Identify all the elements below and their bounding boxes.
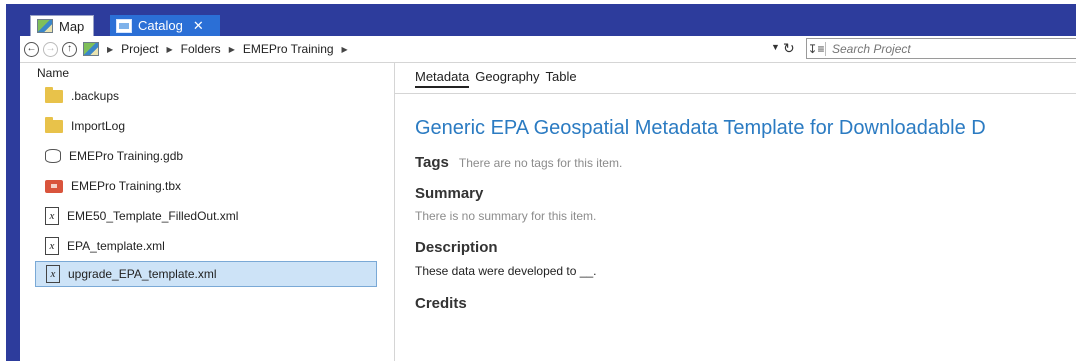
tags-text: There are no tags for this item. (458, 156, 623, 170)
tab-map-label: Map (59, 18, 85, 34)
catalog-icon (116, 18, 132, 33)
search-input[interactable] (826, 40, 1074, 57)
breadcrumb-folders[interactable]: Folders (181, 42, 221, 56)
toolbox-icon (45, 179, 63, 193)
list-item-label: .backups (71, 89, 120, 103)
tab-metadata[interactable]: Metadata (415, 69, 470, 88)
metadata-title: Generic EPA Geospatial Metadata Template… (415, 117, 986, 139)
xml-file-icon: x (46, 265, 60, 283)
view-tabs: Metadata Geography Table (415, 69, 577, 88)
address-bar: ← → ↑ ▶ Project ▶ Folders ▶ EMEPro Train… (20, 36, 1076, 63)
list-item[interactable]: .backups (35, 83, 377, 109)
details-pane: Metadata Geography Table Generic EPA Geo… (395, 63, 1076, 361)
search-options-icon[interactable]: ↧≡ (807, 41, 826, 56)
tab-geography[interactable]: Geography (475, 69, 539, 88)
geodatabase-icon (45, 149, 61, 163)
list-item-selected[interactable]: x upgrade_EPA_template.xml (35, 261, 377, 287)
description-heading: Description (415, 239, 498, 256)
tab-table[interactable]: Table (546, 69, 577, 88)
description-text: These data were developed to __. (415, 264, 597, 278)
list-item[interactable]: ImportLog (35, 113, 377, 139)
app-window: Map Catalog ✕ ← → ↑ ▶ Project ▶ Folders … (6, 4, 1076, 361)
credits-heading: Credits (415, 295, 467, 312)
back-button[interactable]: ← (24, 41, 39, 57)
chevron-right-icon[interactable]: ▶ (342, 45, 348, 54)
tags-section: Tags There are no tags for this item. (415, 154, 622, 171)
tags-label: Tags (415, 154, 449, 171)
contents-pane: Name .backups ImportLog EMEPro Training.… (20, 63, 395, 361)
breadcrumb-project[interactable]: Project (121, 42, 158, 56)
list-item[interactable]: x EME50_Template_FilledOut.xml (35, 203, 377, 229)
search-box: ↧≡ (806, 38, 1076, 59)
chevron-right-icon[interactable]: ▶ (167, 45, 173, 54)
summary-heading: Summary (415, 185, 484, 202)
list-item-label: EMEPro Training.gdb (69, 149, 184, 163)
close-icon[interactable]: ✕ (193, 18, 204, 34)
folder-icon (45, 86, 63, 103)
chevron-right-icon[interactable]: ▶ (107, 45, 113, 54)
project-icon (83, 42, 99, 56)
list-item-label: upgrade_EPA_template.xml (68, 267, 217, 281)
folder-icon (45, 116, 63, 133)
up-button[interactable]: ↑ (62, 41, 77, 57)
tab-strip: Map Catalog ✕ (6, 4, 1076, 36)
list-item[interactable]: EMEPro Training.tbx (35, 173, 377, 199)
tab-catalog-label: Catalog (138, 18, 183, 33)
breadcrumb-emepro-training[interactable]: EMEPro Training (243, 42, 334, 56)
chevron-down-icon[interactable]: ▼ (771, 42, 780, 52)
list-item-label: ImportLog (71, 119, 126, 133)
xml-file-icon: x (45, 207, 59, 225)
tab-catalog[interactable]: Catalog ✕ (110, 15, 220, 36)
list-item[interactable]: EMEPro Training.gdb (35, 143, 377, 169)
map-icon (37, 19, 53, 33)
xml-file-icon: x (45, 237, 59, 255)
chevron-right-icon[interactable]: ▶ (229, 45, 235, 54)
divider (395, 93, 1076, 94)
list-item-label: EMEPro Training.tbx (71, 179, 182, 193)
tab-map[interactable]: Map (30, 15, 94, 36)
refresh-icon[interactable]: ↻ (783, 40, 795, 57)
list-item-label: EME50_Template_FilledOut.xml (67, 209, 239, 223)
list-item[interactable]: x EPA_template.xml (35, 233, 377, 259)
summary-text: There is no summary for this item. (415, 209, 597, 223)
list-item-label: EPA_template.xml (67, 239, 165, 253)
name-column-header[interactable]: Name (37, 66, 69, 80)
forward-button[interactable]: → (43, 41, 58, 57)
catalog-view: ← → ↑ ▶ Project ▶ Folders ▶ EMEPro Train… (20, 36, 1076, 361)
